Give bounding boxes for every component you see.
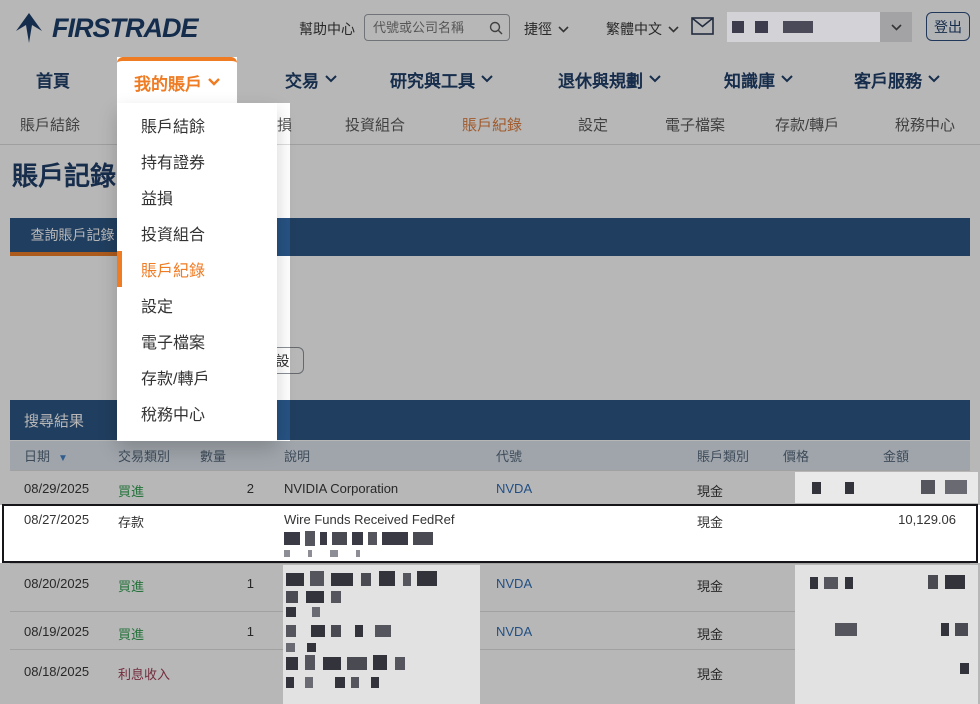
redacted-account-info [727, 12, 880, 42]
table-row-highlighted[interactable]: 08/27/2025 存款 Wire Funds Received FedRef… [10, 504, 970, 563]
menu-item-history-active[interactable]: 賬戶紀錄 [117, 251, 277, 287]
dim-overlay [290, 103, 980, 441]
dim-overlay [0, 103, 117, 441]
menu-item-positions[interactable]: 持有證券 [117, 143, 277, 179]
cell-date: 08/27/2025 [24, 512, 118, 527]
redacted-prices-amounts [795, 565, 978, 704]
menu-item-deposit-transfer[interactable]: 存款/轉戶 [117, 359, 277, 395]
cell-type: 存款 [118, 512, 200, 531]
menu-item-gain-loss[interactable]: 益損 [117, 179, 277, 215]
my-account-dropdown: 賬戶結餘 持有證券 益損 投資組合 賬戶紀錄 設定 電子檔案 存款/轉戶 稅務中… [117, 103, 277, 441]
dim-overlay [0, 57, 117, 103]
dim-overlay [237, 57, 980, 103]
menu-item-tax-center[interactable]: 稅務中心 [117, 395, 277, 431]
redacted-price-amount [795, 472, 978, 503]
cell-amount: 10,129.06 [865, 512, 956, 527]
nav-my-account-open[interactable]: 我的賬戶 [117, 57, 237, 103]
redacted-reference-line [284, 530, 478, 547]
menu-item-portfolio[interactable]: 投資組合 [117, 215, 277, 251]
menu-item-settings[interactable]: 設定 [117, 287, 277, 323]
redacted-reference-line-small [284, 549, 478, 557]
cell-desc: Wire Funds Received FedRef [256, 512, 478, 557]
cell-account: 現金 [679, 512, 765, 531]
chevron-down-icon [208, 78, 220, 86]
wire-description: Wire Funds Received FedRef [284, 512, 478, 527]
firstrade-account-records-page: FIRSTRADE 幫助中心 捷徑 繁體中文 登出 [0, 0, 980, 704]
menu-item-balances[interactable]: 賬戶結餘 [117, 107, 277, 143]
redacted-descriptions [283, 565, 480, 704]
menu-item-e-documents[interactable]: 電子檔案 [117, 323, 277, 359]
